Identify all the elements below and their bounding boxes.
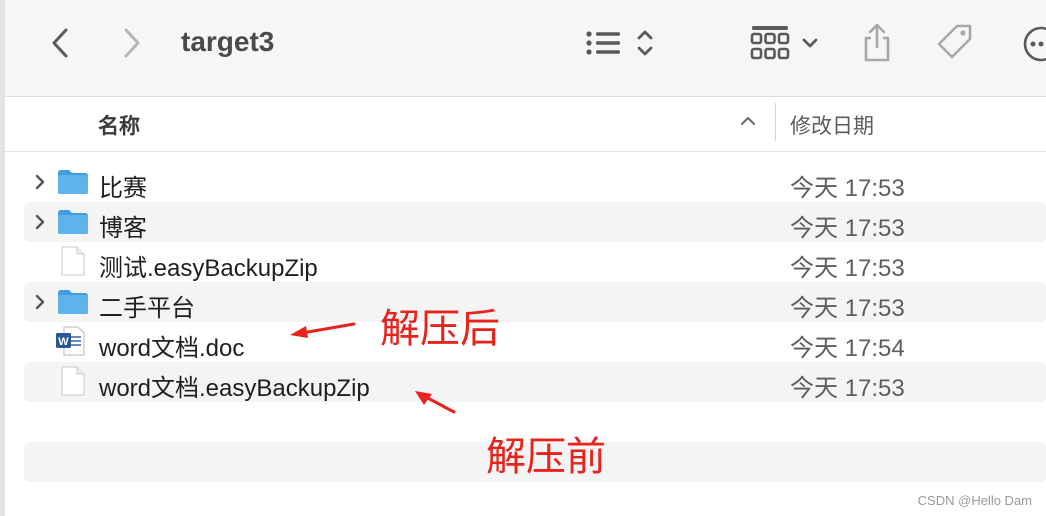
file-date: 今天 17:53 <box>790 255 905 282</box>
folder-icon <box>58 210 88 234</box>
list-view-icon <box>586 31 620 55</box>
file-row[interactable]: word文档.easyBackupZip 今天 17:53 <box>24 362 1046 402</box>
file-row[interactable]: 博客 今天 17:53 <box>24 202 1046 242</box>
column-header-date[interactable]: 修改日期 <box>790 110 874 140</box>
file-date: 今天 17:53 <box>790 175 905 202</box>
file-name: 测试.easyBackupZip <box>99 255 318 282</box>
disclosure-chevron-icon[interactable] <box>32 213 48 231</box>
share-icon <box>864 23 890 62</box>
column-divider[interactable] <box>775 103 776 141</box>
word-document-icon: W <box>56 326 85 356</box>
column-header: 名称 修改日期 <box>5 97 1046 152</box>
annotation-after-label: 解压后 <box>380 306 500 352</box>
file-date: 今天 17:53 <box>790 375 905 402</box>
view-options-button[interactable] <box>580 26 660 60</box>
file-date: 今天 17:53 <box>790 215 905 242</box>
chevron-right-icon <box>124 28 140 58</box>
up-down-chevron-icon <box>637 30 653 56</box>
folder-icon <box>58 170 88 194</box>
forward-button[interactable] <box>117 26 147 60</box>
chevron-down-icon <box>802 38 818 48</box>
tag-icon <box>937 24 972 59</box>
file-row[interactable]: 测试.easyBackupZip 今天 17:53 <box>24 242 1046 282</box>
group-button[interactable] <box>745 22 825 64</box>
back-button[interactable] <box>45 26 75 60</box>
tag-button[interactable] <box>933 20 977 64</box>
file-row[interactable]: W word文档.doc 今天 17:54 <box>24 322 1046 362</box>
ellipsis-circle-icon <box>1023 26 1046 62</box>
sort-ascending-icon[interactable] <box>738 111 758 136</box>
watermark: CSDN @Hello Dam <box>917 493 1032 508</box>
document-icon <box>61 246 85 276</box>
file-date: 今天 17:54 <box>790 335 905 362</box>
file-name: 比赛 <box>99 175 147 202</box>
svg-text:W: W <box>58 336 69 348</box>
file-name: word文档.doc <box>99 335 245 362</box>
annotation-arrow-before <box>415 391 456 414</box>
annotation-arrow-after <box>290 322 356 338</box>
column-header-name[interactable]: 名称 <box>98 110 140 140</box>
file-list: 比赛 今天 17:53 博客 今天 17:53 测试.easyBackupZip… <box>24 162 1046 402</box>
window-title: target3 <box>181 26 275 57</box>
document-icon <box>61 366 85 396</box>
file-row[interactable]: 二手平台 今天 17:53 <box>24 282 1046 322</box>
file-row[interactable]: 比赛 今天 17:53 <box>24 162 1046 202</box>
share-button[interactable] <box>857 20 897 66</box>
disclosure-chevron-icon[interactable] <box>32 293 48 311</box>
folder-icon <box>58 290 88 314</box>
file-date: 今天 17:53 <box>790 295 905 322</box>
file-name: 博客 <box>99 215 147 242</box>
file-name: word文档.easyBackupZip <box>99 375 370 402</box>
annotation-before-label: 解压前 <box>486 434 606 480</box>
more-button[interactable] <box>1021 24 1046 64</box>
file-name: 二手平台 <box>99 295 195 322</box>
toolbar: target3 <box>5 0 1046 97</box>
chevron-left-icon <box>52 28 68 58</box>
disclosure-chevron-icon[interactable] <box>32 173 48 191</box>
grid-group-icon <box>750 26 790 60</box>
